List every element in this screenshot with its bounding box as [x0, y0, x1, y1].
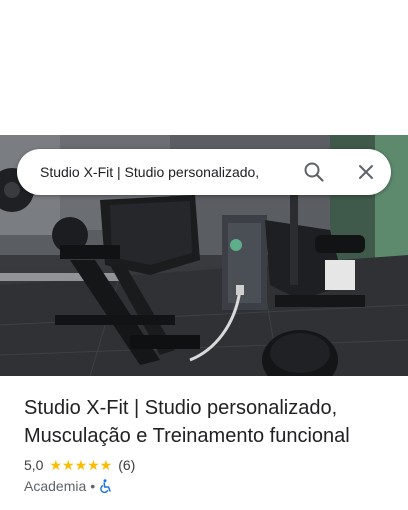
search-bar[interactable]: Studio X-Fit | Studio personalizado,	[17, 149, 391, 195]
search-icon[interactable]	[302, 160, 326, 184]
review-count[interactable]: (6)	[118, 456, 135, 474]
close-icon[interactable]	[354, 160, 378, 184]
rating-row[interactable]: 5,0 ★★★★★ (6)	[24, 456, 135, 474]
place-title: Studio X-Fit | Studio personalizado, Mus…	[24, 397, 350, 447]
star-rating-icon: ★★★★★	[49, 457, 113, 473]
wheelchair-icon	[99, 479, 113, 494]
category-label: Academia	[24, 478, 87, 494]
search-input[interactable]: Studio X-Fit | Studio personalizado,	[40, 162, 290, 182]
category-row: Academia •	[24, 477, 113, 495]
rating-value: 5,0	[24, 457, 44, 473]
separator-dot: •	[90, 478, 96, 494]
